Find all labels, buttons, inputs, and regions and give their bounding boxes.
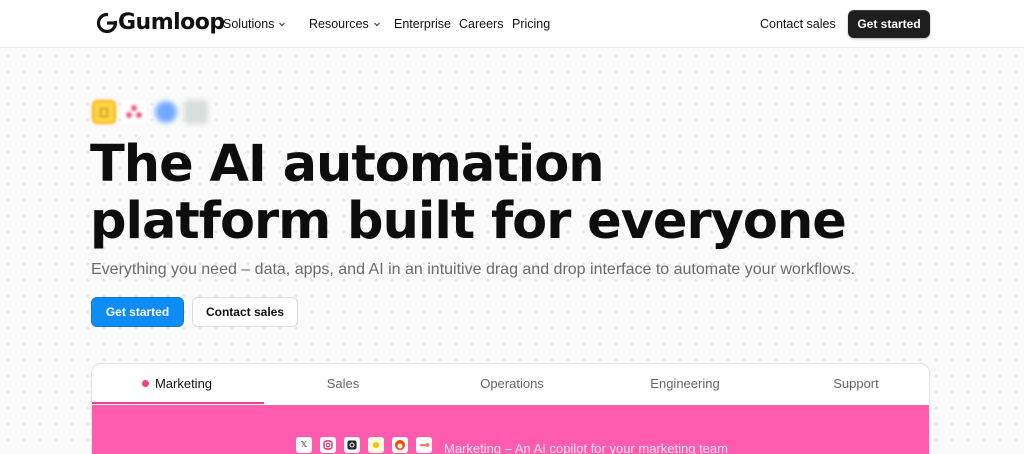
nav-get-started-button[interactable]: Get started — [848, 10, 930, 38]
use-case-tabs: Marketing Sales Operations Engineering S… — [92, 364, 929, 404]
globe-icon — [154, 100, 178, 124]
nav-contact-sales-link[interactable]: Contact sales — [760, 16, 836, 32]
threads-icon — [344, 437, 360, 453]
app-icon — [184, 100, 208, 124]
tab-sales[interactable]: Sales — [258, 364, 428, 404]
tab-marketing[interactable]: Marketing — [92, 364, 262, 404]
google-slides-icon — [92, 100, 116, 124]
reddit-icon — [392, 437, 408, 453]
nav-enterprise[interactable]: Enterprise — [394, 16, 451, 32]
gumloop-logo-icon — [96, 12, 118, 34]
x-icon: 𝕏 — [296, 437, 312, 453]
headline-line-1: The AI automation — [90, 135, 605, 194]
instagram-icon — [320, 437, 336, 453]
tab-support[interactable]: Support — [771, 364, 929, 404]
hero-headline: The AI automation platform built for eve… — [90, 136, 890, 250]
chevron-down-icon — [279, 22, 286, 27]
headline-line-2: platform built for everyone — [90, 192, 847, 251]
tab-engineering[interactable]: Engineering — [600, 364, 770, 404]
hero-get-started-button[interactable]: Get started — [91, 297, 184, 327]
marketing-caption: Marketing – An AI copilot for your marke… — [444, 441, 728, 454]
nav-careers[interactable]: Careers — [459, 16, 503, 32]
nav-pricing[interactable]: Pricing — [512, 16, 550, 32]
nav-solutions[interactable]: Solutions — [223, 16, 286, 32]
tab-operations[interactable]: Operations — [427, 364, 597, 404]
gumloop-logo[interactable]: Gumloop — [95, 8, 225, 38]
tab-marketing-label: Marketing — [154, 376, 213, 391]
nav-resources[interactable]: Resources — [309, 16, 381, 32]
active-tab-underline — [92, 402, 264, 404]
logo-text: Gumloop — [118, 10, 225, 35]
hero-contact-sales-button[interactable]: Contact sales — [192, 297, 298, 327]
sun-icon — [368, 437, 384, 453]
chevron-down-icon — [373, 22, 380, 27]
hubspot-icon — [416, 437, 432, 453]
hero-subtitle: Everything you need – data, apps, and AI… — [91, 261, 856, 278]
asana-icon — [122, 100, 146, 124]
nav-solutions-label: Solutions — [223, 17, 275, 31]
top-nav: Gumloop Solutions Resources Enterprise C… — [0, 0, 1024, 48]
nav-resources-label: Resources — [309, 17, 369, 31]
active-dot-icon — [141, 380, 149, 387]
